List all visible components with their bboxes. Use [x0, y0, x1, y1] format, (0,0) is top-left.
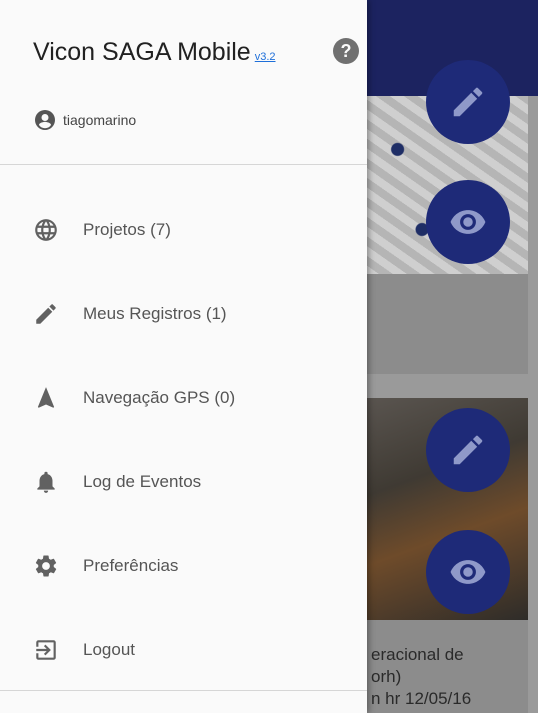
pencil-icon	[453, 435, 483, 465]
app-title: Vicon SAGA Mobile v3.2	[33, 38, 276, 67]
edit-fab-1[interactable]	[426, 60, 510, 144]
menu-label-meus-registros: Meus Registros (1)	[83, 304, 227, 323]
gear-icon	[33, 553, 59, 579]
help-icon[interactable]: ?	[333, 38, 359, 64]
logout-icon	[33, 637, 59, 663]
bell-icon	[33, 469, 59, 495]
menu-label-log-de-eventos: Log de Eventos	[83, 472, 202, 491]
header-divider	[0, 164, 367, 165]
user-row: tiagomarino	[33, 108, 136, 132]
edit-fab-2[interactable]	[426, 408, 510, 492]
username: tiagomarino	[63, 112, 137, 128]
drawer-header: Vicon SAGA Mobile v3.2 ? tiagomarino	[0, 0, 367, 164]
pencil-icon	[453, 87, 483, 117]
eye-icon	[450, 560, 486, 584]
menu-item-preferencias[interactable]: Preferências	[0, 536, 367, 596]
app-title-text: Vicon SAGA Mobile	[33, 38, 251, 66]
footer-divider	[0, 690, 367, 691]
menu-item-projetos[interactable]: Projetos (7)	[0, 200, 367, 260]
menu-item-logout[interactable]: Logout	[0, 620, 367, 680]
globe-icon	[33, 217, 59, 243]
version-link[interactable]: v3.2	[255, 51, 276, 63]
navigation-arrow-icon	[33, 385, 59, 411]
view-fab-2[interactable]	[426, 530, 510, 614]
menu-label-projetos: Projetos (7)	[83, 220, 171, 239]
menu-item-navegacao-gps[interactable]: Navegação GPS (0)	[0, 368, 367, 428]
navigation-drawer: Vicon SAGA Mobile v3.2 ? tiagomarino Proj…	[0, 0, 367, 713]
account-circle-icon	[35, 110, 55, 130]
menu-label-logout: Logout	[83, 640, 135, 659]
menu-item-log-de-eventos[interactable]: Log de Eventos	[0, 452, 367, 512]
view-fab-1[interactable]	[426, 180, 510, 264]
menu-label-preferencias: Preferências	[83, 556, 179, 575]
menu-item-meus-registros[interactable]: Meus Registros (1)	[0, 284, 367, 344]
menu-label-navegacao-gps: Navegação GPS (0)	[83, 388, 236, 407]
pencil-icon	[33, 301, 59, 327]
eye-icon	[450, 210, 486, 234]
card-2-caption: eracional de orh) n hr 12/05/16	[371, 645, 472, 708]
